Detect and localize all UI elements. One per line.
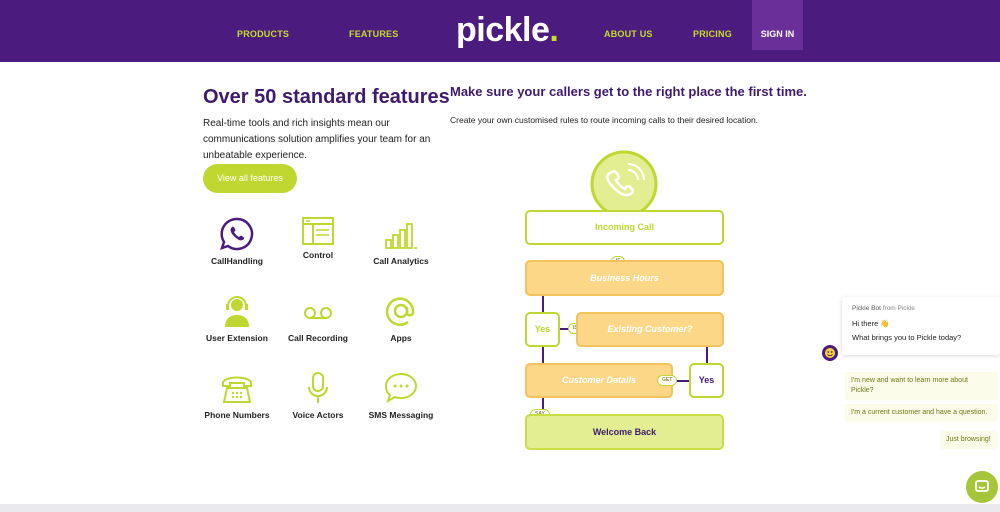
feature-label: Apps (390, 333, 412, 343)
at-icon (385, 297, 415, 326)
feature-label: CallHandling (211, 256, 263, 266)
bot-avatar-icon (822, 345, 838, 361)
get-tag: GET (657, 375, 678, 386)
window-icon (302, 217, 334, 245)
incoming-call-icon (590, 150, 658, 218)
feature-sms-messaging[interactable]: SMS Messaging (356, 370, 446, 420)
bars-icon (385, 223, 417, 249)
existing-customer-box: Existing Customer? (576, 312, 724, 347)
chat-bubble-icon (975, 480, 989, 492)
chat-option-new[interactable]: I'm new and want to learn more about Pic… (845, 372, 998, 400)
chat-sender: Pickle Bot from Pickle (852, 305, 915, 312)
telephone-icon (222, 376, 252, 403)
nav-features[interactable]: FEATURES (349, 0, 398, 62)
chat-question: What brings you to Pickle today? (852, 333, 962, 342)
connector-line (706, 347, 708, 363)
routing-title: Make sure your callers get to the right … (450, 84, 807, 99)
feature-call-recording[interactable]: Call Recording (273, 293, 363, 343)
chat-greeting: Hi there 👋 (852, 319, 890, 328)
feature-label: Control (302, 250, 334, 260)
nav-products[interactable]: PRODUCTS (237, 0, 289, 62)
business-hours-box: Business Hours (525, 260, 724, 296)
chat-option-customer[interactable]: I'm a current customer and have a questi… (845, 404, 998, 422)
incoming-call-box: Incoming Call (525, 210, 724, 245)
pickle-logo[interactable]: pickle. (456, 10, 559, 50)
feature-control[interactable]: Control (273, 216, 363, 260)
sign-in-button[interactable]: SIGN IN (752, 0, 803, 50)
feature-apps[interactable]: Apps (356, 293, 446, 343)
chat-bot-message: Pickle Bot from Pickle Hi there 👋 What b… (842, 297, 1000, 355)
yes-left-box: Yes (525, 312, 560, 347)
view-all-features-button[interactable]: View all features (203, 164, 297, 193)
microphone-icon (308, 372, 328, 403)
feature-user-extension[interactable]: User Extension (192, 293, 282, 343)
feature-call-analytics[interactable]: Call Analytics (356, 216, 446, 266)
feature-phone-numbers[interactable]: Phone Numbers (192, 370, 282, 420)
sms-bubble-icon (384, 372, 418, 404)
top-navigation: PRODUCTS FEATURES pickle. ABOUT US PRICI… (0, 0, 1000, 62)
feature-label: Call Recording (288, 333, 348, 343)
routing-description: Create your own customised rules to rout… (450, 115, 759, 125)
headset-user-icon (225, 296, 249, 327)
features-title: Over 50 standard features (203, 86, 450, 108)
nav-about-us[interactable]: ABOUT US (604, 0, 653, 62)
connector-line (542, 296, 544, 312)
feature-voice-actors[interactable]: Voice Actors (273, 370, 363, 420)
features-description: Real-time tools and rich insights mean o… (203, 118, 431, 161)
feature-label: Phone Numbers (204, 410, 270, 420)
yes-right-box: Yes (689, 363, 724, 398)
connector-line (542, 347, 544, 363)
feature-label: User Extension (206, 333, 268, 343)
feature-callhandling[interactable]: CallHandling (192, 216, 282, 266)
feature-label: Call Analytics (373, 256, 429, 266)
voicemail-icon (304, 307, 332, 319)
feature-label: Voice Actors (292, 410, 344, 420)
customer-details-box: Customer Details (525, 363, 673, 398)
phone-chat-icon (220, 217, 254, 251)
chat-launcher-button[interactable] (966, 471, 998, 503)
browser-bottom-bar (0, 504, 1000, 512)
chat-option-browsing[interactable]: Just browsing! (940, 431, 998, 449)
feature-label: SMS Messaging (368, 410, 434, 420)
welcome-back-box: Welcome Back (525, 414, 724, 450)
nav-pricing[interactable]: PRICING (693, 0, 732, 62)
